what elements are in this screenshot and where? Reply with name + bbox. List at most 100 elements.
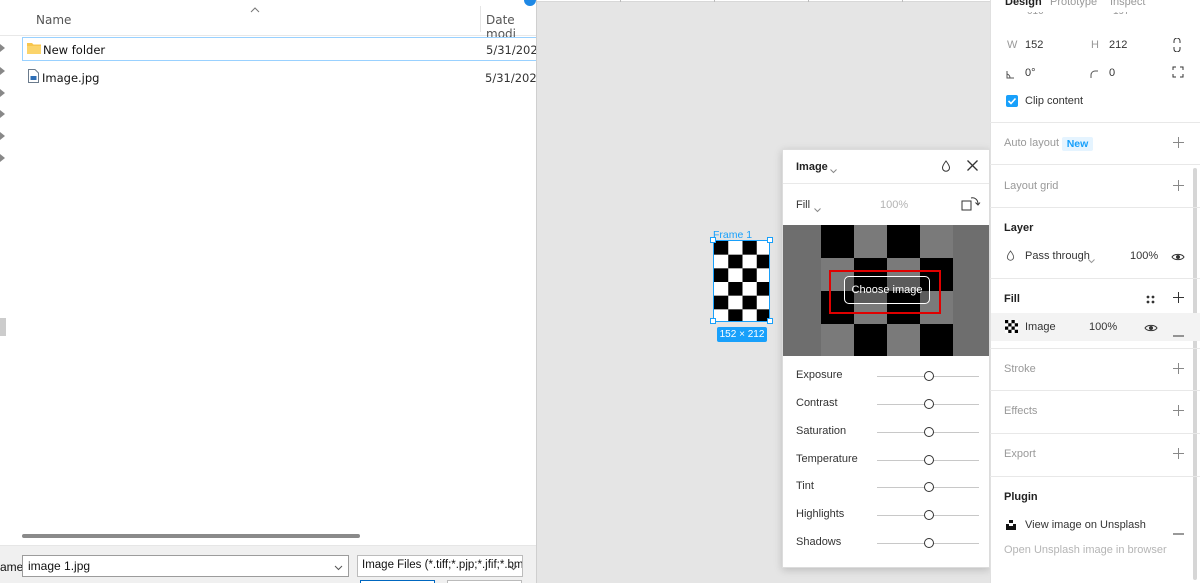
column-divider[interactable]: [480, 6, 481, 32]
nav-pane-scrollbar[interactable]: [0, 318, 6, 336]
chevron-down-icon[interactable]: [814, 202, 821, 216]
selected-frame[interactable]: [713, 240, 770, 322]
tree-expand-icon[interactable]: [0, 110, 6, 118]
adjust-row-shadows: Shadows: [783, 533, 989, 553]
section-divider: [990, 122, 1200, 123]
layer-opacity-input[interactable]: 100%: [1130, 250, 1158, 262]
height-input[interactable]: 212: [1109, 39, 1127, 51]
adjust-label: Contrast: [796, 397, 838, 409]
tree-expand-icon[interactable]: [0, 132, 6, 140]
section-divider: [990, 476, 1200, 477]
file-open-dialog: Name Date modi New folder 5/31/2022 Imag…: [0, 0, 537, 583]
section-divider: [990, 348, 1200, 349]
plugin-item[interactable]: View image on Unsplash: [1025, 519, 1146, 531]
add-fill-icon[interactable]: [1173, 292, 1184, 306]
popover-title[interactable]: Image: [796, 161, 828, 173]
add-auto-layout-icon[interactable]: [1173, 137, 1184, 151]
top-ruler: [537, 0, 990, 2]
plugin-title: Plugin: [1004, 491, 1038, 503]
rotate-icon[interactable]: [961, 195, 981, 216]
height-label: H: [1091, 39, 1099, 51]
section-divider: [990, 207, 1200, 208]
tree-expand-icon[interactable]: [0, 67, 6, 75]
tab-design[interactable]: Design: [1005, 0, 1042, 8]
image-fill-swatch-icon[interactable]: [1005, 320, 1018, 336]
slider-knob[interactable]: [924, 427, 934, 437]
add-stroke-icon[interactable]: [1173, 363, 1184, 377]
adjust-label: Temperature: [796, 453, 858, 465]
choose-image-button[interactable]: Choose image: [844, 276, 930, 304]
add-export-icon[interactable]: [1173, 448, 1184, 462]
frame-size-badge: 152 × 212: [717, 327, 767, 342]
image-file-icon: [28, 69, 39, 86]
chevron-down-icon[interactable]: [1088, 253, 1095, 267]
independent-corners-icon[interactable]: [1172, 66, 1184, 81]
remove-plugin-icon[interactable]: [1173, 524, 1184, 538]
eye-icon[interactable]: [1171, 251, 1185, 265]
tree-expand-icon[interactable]: [0, 89, 6, 97]
slider-knob[interactable]: [924, 538, 934, 548]
blend-mode-select[interactable]: Pass through: [1025, 250, 1090, 262]
resize-handle[interactable]: [767, 237, 773, 243]
resize-handle[interactable]: [710, 237, 716, 243]
tree-expand-icon[interactable]: [0, 44, 6, 52]
adjust-label: Highlights: [796, 508, 845, 520]
sort-ascending-icon: [250, 5, 260, 15]
blend-drop-icon: [1006, 250, 1015, 264]
adjust-row-contrast: Contrast: [783, 394, 989, 414]
fill-mode-select[interactable]: Fill: [796, 199, 810, 211]
effects-title[interactable]: Effects: [1004, 405, 1037, 417]
unsplash-icon: [1006, 519, 1016, 533]
slider-knob[interactable]: [924, 455, 934, 465]
chevron-down-icon[interactable]: [509, 560, 518, 574]
constrain-proportions-icon[interactable]: [1173, 37, 1181, 55]
section-divider: [990, 164, 1200, 165]
stroke-title[interactable]: Stroke: [1004, 363, 1036, 375]
fill-type-label[interactable]: Image: [1025, 321, 1056, 333]
image-fill-popover: Image Fill 100% Choose image Exposure Co…: [782, 149, 990, 568]
add-layout-grid-icon[interactable]: [1173, 180, 1184, 194]
export-title[interactable]: Export: [1004, 448, 1036, 460]
filename-input[interactable]: image 1.jpg: [22, 555, 349, 577]
section-divider: [990, 390, 1200, 391]
remove-fill-icon[interactable]: [1173, 326, 1184, 340]
clip-content-checkbox[interactable]: [1006, 95, 1018, 107]
file-row-new-folder[interactable]: New folder 5/31/2022: [22, 37, 536, 61]
fill-opacity-value: 100%: [880, 199, 909, 211]
column-header-name[interactable]: Name: [36, 13, 71, 27]
close-icon[interactable]: [966, 159, 979, 175]
chevron-down-icon[interactable]: [830, 163, 837, 177]
tab-inspect[interactable]: Inspect: [1110, 0, 1145, 8]
adjust-row-temperature: Temperature: [783, 450, 989, 470]
clip-content-label[interactable]: Clip content: [1025, 95, 1083, 107]
blend-drop-icon[interactable]: [941, 160, 951, 175]
plugin-link[interactable]: Open Unsplash image in browser: [1004, 544, 1167, 556]
file-row-image[interactable]: Image.jpg 5/31/2022: [22, 66, 536, 90]
x-value[interactable]: 010: [1027, 12, 1044, 18]
slider-knob[interactable]: [924, 399, 934, 409]
tree-expand-icon[interactable]: [0, 154, 6, 162]
corner-radius-icon: [1090, 68, 1099, 82]
layout-grid-title[interactable]: Layout grid: [1004, 180, 1058, 192]
tab-prototype[interactable]: Prototype: [1050, 0, 1097, 8]
y-value[interactable]: 197: [1113, 12, 1130, 18]
corner-radius-input[interactable]: 0: [1109, 67, 1115, 79]
folder-icon: [27, 42, 41, 57]
width-input[interactable]: 152: [1025, 39, 1043, 51]
resize-handle[interactable]: [767, 318, 773, 324]
chevron-down-icon[interactable]: [334, 560, 343, 574]
styles-grid-icon[interactable]: [1146, 293, 1155, 307]
fill-opacity-input[interactable]: 100%: [1089, 321, 1117, 333]
add-effect-icon[interactable]: [1173, 405, 1184, 419]
panel-scrollbar[interactable]: [1193, 168, 1197, 580]
filetype-select[interactable]: Image Files (*.tiff;*.pjp;*.jfif;*.bm: [357, 555, 523, 577]
slider-knob[interactable]: [924, 371, 934, 381]
resize-handle[interactable]: [710, 318, 716, 324]
rotation-input[interactable]: 0°: [1025, 67, 1036, 79]
adjust-row-exposure: Exposure: [783, 366, 989, 386]
slider-knob[interactable]: [924, 510, 934, 520]
auto-layout-title[interactable]: Auto layout: [1004, 137, 1059, 149]
eye-icon[interactable]: [1144, 322, 1158, 336]
horizontal-scrollbar[interactable]: [22, 534, 360, 538]
slider-knob[interactable]: [924, 482, 934, 492]
